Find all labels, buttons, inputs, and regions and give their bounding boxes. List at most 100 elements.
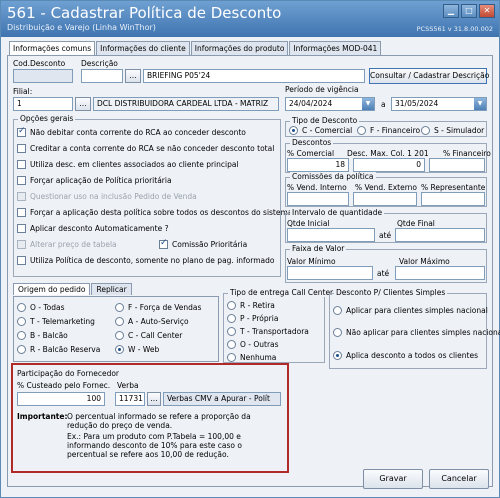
origem-balcao-reserva[interactable]: R - Balcão Reserva (17, 345, 100, 354)
entrega-transportadora[interactable]: T - Transportadora (227, 327, 309, 336)
radio[interactable] (227, 340, 236, 349)
descricao-code-field[interactable] (81, 69, 123, 83)
tab-origem-pedido[interactable]: Origem do pedido (13, 283, 91, 295)
entrega-nenhuma[interactable]: Nenhuma (227, 353, 276, 362)
comissao-prioritaria[interactable]: Comissão Prioritária (159, 238, 247, 249)
maximize-icon[interactable]: □ (461, 4, 477, 18)
desc-comercial-field[interactable]: 18 (287, 158, 349, 172)
radio[interactable] (115, 331, 124, 340)
radio[interactable] (227, 327, 236, 336)
checkbox[interactable] (17, 126, 26, 137)
consultar-cadastrar-button[interactable]: Consultar / Cadastrar Descrição (369, 68, 489, 84)
verba-code-field[interactable]: 11731 (115, 392, 145, 406)
radio[interactable] (333, 306, 342, 315)
tab-informacoes-mod041[interactable]: Informações MOD-041 (289, 41, 382, 55)
desc-max-field[interactable]: 0 (353, 158, 425, 172)
checkbox[interactable] (17, 144, 26, 153)
checkbox[interactable] (17, 208, 26, 217)
main-window: 561 - Cadastrar Política de Desconto Dis… (0, 0, 500, 498)
radio[interactable] (357, 126, 366, 135)
entrega-outras[interactable]: O - Outras (227, 340, 279, 349)
radio[interactable] (421, 126, 430, 135)
radio[interactable] (115, 317, 124, 326)
checkbox[interactable] (17, 176, 26, 185)
radio[interactable] (333, 351, 342, 360)
window-title: 561 - Cadastrar Política de Desconto (7, 4, 282, 22)
radio[interactable] (333, 328, 342, 337)
radio[interactable] (115, 303, 124, 312)
tab-replicar[interactable]: Replicar (91, 283, 132, 295)
radio[interactable] (227, 353, 236, 362)
simples-nao-aplicar[interactable]: Não aplicar para clientes simples nacion… (333, 328, 500, 337)
com-representante-field[interactable] (421, 192, 485, 206)
minimize-icon[interactable]: ▁ (443, 4, 459, 18)
entrega-propria[interactable]: P - Própria (227, 314, 278, 323)
simples-aplicar[interactable]: Aplicar para clientes simples nacional (333, 306, 488, 315)
desc-financeiro-field[interactable] (429, 158, 485, 172)
title-bar: 561 - Cadastrar Política de Desconto Dis… (1, 1, 499, 37)
fornecedor-title: Participação do Fornecedor (17, 369, 120, 378)
origem-balcao[interactable]: B - Balcão (17, 331, 68, 340)
radio[interactable] (17, 303, 26, 312)
com-vend-externo-field[interactable] (353, 192, 417, 206)
radio-label: R - Retira (240, 301, 275, 310)
vigencia-start-field[interactable]: 24/04/2024 ▼ (285, 97, 375, 111)
opcao-aplicar-auto[interactable]: Aplicar desconto Automaticamente ? (17, 224, 169, 233)
faixa-valor-title: Faixa de Valor (290, 244, 347, 253)
filial-code-field[interactable]: 1 (13, 97, 73, 111)
checkbox[interactable] (17, 256, 26, 265)
radio-label: B - Balcão (30, 331, 68, 340)
calendar-dropdown-icon[interactable]: ▼ (474, 98, 486, 110)
save-button[interactable]: Gravar (363, 469, 423, 489)
checkbox[interactable] (159, 238, 168, 249)
opcao-nao-debitar[interactable]: Não debitar conta corrente do RCA ao con… (17, 126, 246, 137)
checkbox[interactable] (17, 224, 26, 233)
origem-auto-servico[interactable]: A - Auto-Serviço (115, 317, 189, 326)
radio[interactable] (289, 126, 298, 135)
custeado-field[interactable]: 100 (17, 392, 105, 406)
descricao-lookup-button[interactable]: ... (125, 69, 141, 83)
valor-minimo-field[interactable] (287, 266, 373, 280)
qtde-final-field[interactable] (395, 228, 485, 242)
tab-informacoes-cliente[interactable]: Informações do cliente (96, 41, 190, 55)
tipo-simulador[interactable]: S - Simulador (421, 126, 484, 135)
radio-label: F - Financeiro (370, 126, 421, 135)
opcao-creditar[interactable]: Creditar a conta corrente do RCA se não … (17, 144, 274, 153)
close-icon[interactable]: ✕ (479, 4, 495, 18)
radio[interactable] (17, 331, 26, 340)
calendar-dropdown-icon[interactable]: ▼ (362, 98, 374, 110)
tipo-comercial[interactable]: C - Comercial (289, 126, 352, 135)
radio[interactable] (227, 301, 236, 310)
origem-todas[interactable]: O - Todas (17, 303, 65, 312)
radio[interactable] (17, 317, 26, 326)
filial-lookup-button[interactable]: ... (75, 97, 91, 111)
radio[interactable] (227, 314, 236, 323)
qtde-inicial-field[interactable] (287, 228, 375, 242)
tab-informacoes-comuns[interactable]: Informações comuns (9, 41, 96, 55)
verba-lookup-button[interactable]: ... (147, 392, 161, 406)
radio[interactable] (17, 345, 26, 354)
opcao-plano-pag[interactable]: Utiliza Política de desconto, somente no… (17, 256, 274, 265)
valor-maximo-field[interactable] (395, 266, 485, 280)
opcao-clientes-associados[interactable]: Utiliza desc. em clientes associados ao … (17, 160, 239, 169)
opcao-forcar-todos[interactable]: Forçar a aplicação desta política sobre … (17, 208, 292, 217)
com-vend-interno-field[interactable] (287, 192, 349, 206)
tipo-financeiro[interactable]: F - Financeiro (357, 126, 420, 135)
radio-label: T - Telemarketing (30, 317, 95, 326)
vigencia-start-value: 24/04/2024 (289, 99, 333, 108)
origem-telemarketing[interactable]: T - Telemarketing (17, 317, 95, 326)
origem-forca-vendas[interactable]: F - Força de Vendas (115, 303, 201, 312)
checkbox[interactable] (17, 160, 26, 169)
opcao-politica-prioritaria[interactable]: Forçar aplicação de Política prioritária (17, 176, 172, 185)
vigencia-end-field[interactable]: 31/05/2024 ▼ (391, 97, 487, 111)
origem-web[interactable]: W - Web (115, 345, 159, 354)
radio[interactable] (115, 345, 124, 354)
entrega-retira[interactable]: R - Retira (227, 301, 275, 310)
simples-aplica-todos[interactable]: Aplica desconto a todos os clientes (333, 351, 478, 360)
descricao-field[interactable]: BRIEFING P05'24 (143, 69, 365, 83)
origem-call-center[interactable]: C - Call Center (115, 331, 182, 340)
cod-desconto-field[interactable] (13, 69, 73, 83)
cancel-button[interactable]: Cancelar (429, 469, 489, 489)
tab-informacoes-produto[interactable]: Informações do produto (190, 41, 289, 55)
filial-label: Filial: (13, 87, 33, 96)
